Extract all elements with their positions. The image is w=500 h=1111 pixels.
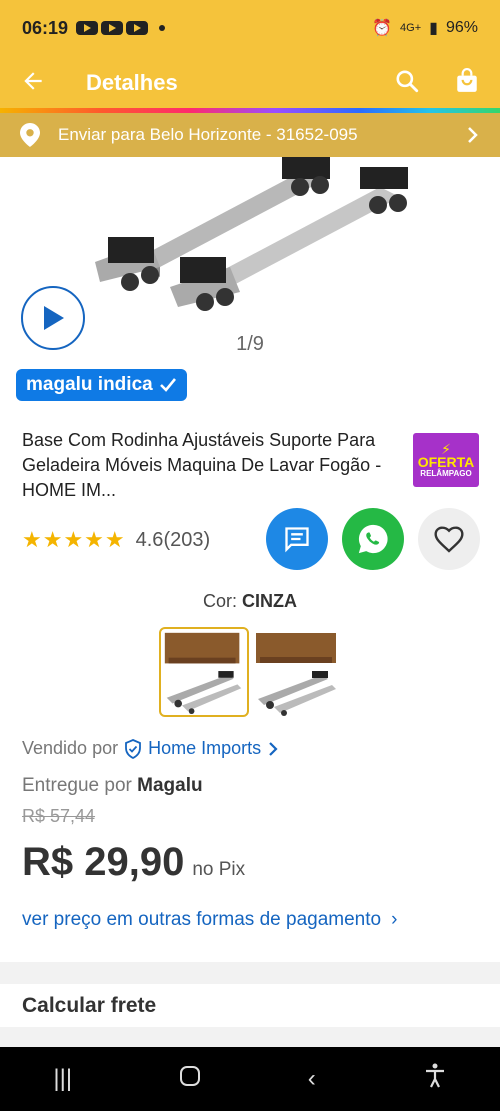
- youtube-icon: [101, 21, 124, 35]
- color-value: CINZA: [242, 591, 298, 611]
- signal-icon: ▮: [429, 20, 438, 37]
- section-divider: [0, 962, 500, 984]
- current-price: R$ 29,90: [22, 840, 185, 884]
- oferta-label: OFERTA: [417, 453, 475, 470]
- cart-button[interactable]: [454, 67, 480, 99]
- chat-button[interactable]: [266, 508, 328, 570]
- payment-method: no Pix: [192, 859, 246, 880]
- search-icon: [396, 69, 419, 92]
- status-indicators: ⏰ 4G+ ▮ 96%: [372, 18, 478, 38]
- favorite-button[interactable]: [418, 508, 480, 570]
- delivery-row: Entregue por Magalu: [22, 775, 203, 797]
- verified-shield-icon: [125, 738, 141, 759]
- color-selector-label: Cor: CINZA: [0, 591, 500, 612]
- badge-label: magalu indica: [26, 374, 153, 395]
- back-nav-icon[interactable]: ‹: [308, 1065, 316, 1093]
- section-divider: [0, 1027, 500, 1047]
- delivery-name: Magalu: [137, 775, 203, 796]
- location-pin-icon: [20, 123, 40, 147]
- youtube-icon: [76, 21, 99, 35]
- bag-icon: [457, 67, 477, 92]
- relampago-label: RELÂMPAGO: [420, 468, 472, 478]
- whatsapp-icon: [358, 524, 388, 554]
- home-icon[interactable]: [179, 1065, 201, 1094]
- magalu-indica-badge: magalu indica: [16, 369, 187, 401]
- recent-apps-icon[interactable]: |||: [53, 1065, 72, 1093]
- oferta-relampago-badge: ⚡ OFERTA RELÂMPAGO: [413, 433, 479, 487]
- rating-value: 4.6: [135, 528, 164, 551]
- star-rating-icon: ★★★★★: [22, 527, 126, 552]
- alarm-icon: ⏰: [372, 20, 393, 37]
- notification-dot-icon: [159, 25, 166, 31]
- dolly-bar-back: [140, 157, 330, 277]
- whatsapp-button[interactable]: [342, 508, 404, 570]
- other-payments-label: ver preço em outras formas de pagamento: [22, 909, 382, 930]
- play-icon: [44, 306, 64, 330]
- lightning-icon: ⚡: [441, 440, 451, 457]
- gallery-pager: 1/9: [236, 333, 264, 355]
- delivery-label: Entregue por: [22, 775, 132, 796]
- check-icon: [159, 378, 176, 392]
- page-title: Detalhes: [86, 70, 178, 95]
- rating-row[interactable]: ★★★★★ 4.6(203): [22, 527, 210, 553]
- chat-icon: [285, 527, 309, 553]
- chevron-right-icon: [269, 741, 278, 756]
- search-button[interactable]: [394, 68, 420, 99]
- status-bar: 06:19 ⏰ 4G+ ▮ 96%: [0, 0, 500, 56]
- swatch-image: [164, 632, 242, 715]
- accessibility-icon[interactable]: [423, 1063, 447, 1096]
- product-title: Base Com Rodinha Ajustáveis Suporte Para…: [22, 430, 382, 500]
- color-swatch[interactable]: [252, 627, 342, 717]
- network-label: 4G+: [400, 22, 422, 34]
- chevron-right-icon: ›: [391, 909, 398, 930]
- system-nav-bar: ||| ‹: [0, 1047, 500, 1111]
- seller-label: Vendido por: [22, 738, 119, 758]
- review-count: (203): [163, 528, 211, 551]
- color-label: Cor:: [202, 591, 237, 611]
- status-time: 06:19: [22, 17, 69, 38]
- color-swatch-selected[interactable]: [159, 627, 249, 717]
- delivery-address-bar[interactable]: Enviar para Belo Horizonte - 31652-095: [0, 113, 500, 157]
- app-header: Detalhes: [0, 56, 500, 110]
- battery-label: 96%: [445, 19, 478, 36]
- price-row: R$ 29,90 no Pix: [22, 840, 245, 885]
- heart-icon: [434, 526, 464, 553]
- dolly-end-left: [95, 237, 160, 291]
- chevron-right-icon: [468, 127, 478, 143]
- shipping-title: Calcular frete: [22, 994, 157, 1017]
- address-text: Enviar para Belo Horizonte - 31652-095: [58, 125, 358, 144]
- seller-name[interactable]: Home Imports: [148, 738, 261, 759]
- old-price: R$ 57,44: [22, 806, 96, 826]
- back-button[interactable]: [20, 68, 46, 99]
- arrow-left-icon: [24, 71, 42, 90]
- swatch-image: [256, 633, 336, 716]
- dolly-end-right: [170, 257, 240, 311]
- other-payments-link[interactable]: ver preço em outras formas de pagamento …: [22, 909, 397, 931]
- seller-row[interactable]: Vendido por Home Imports: [22, 738, 279, 759]
- youtube-icon: [126, 21, 149, 35]
